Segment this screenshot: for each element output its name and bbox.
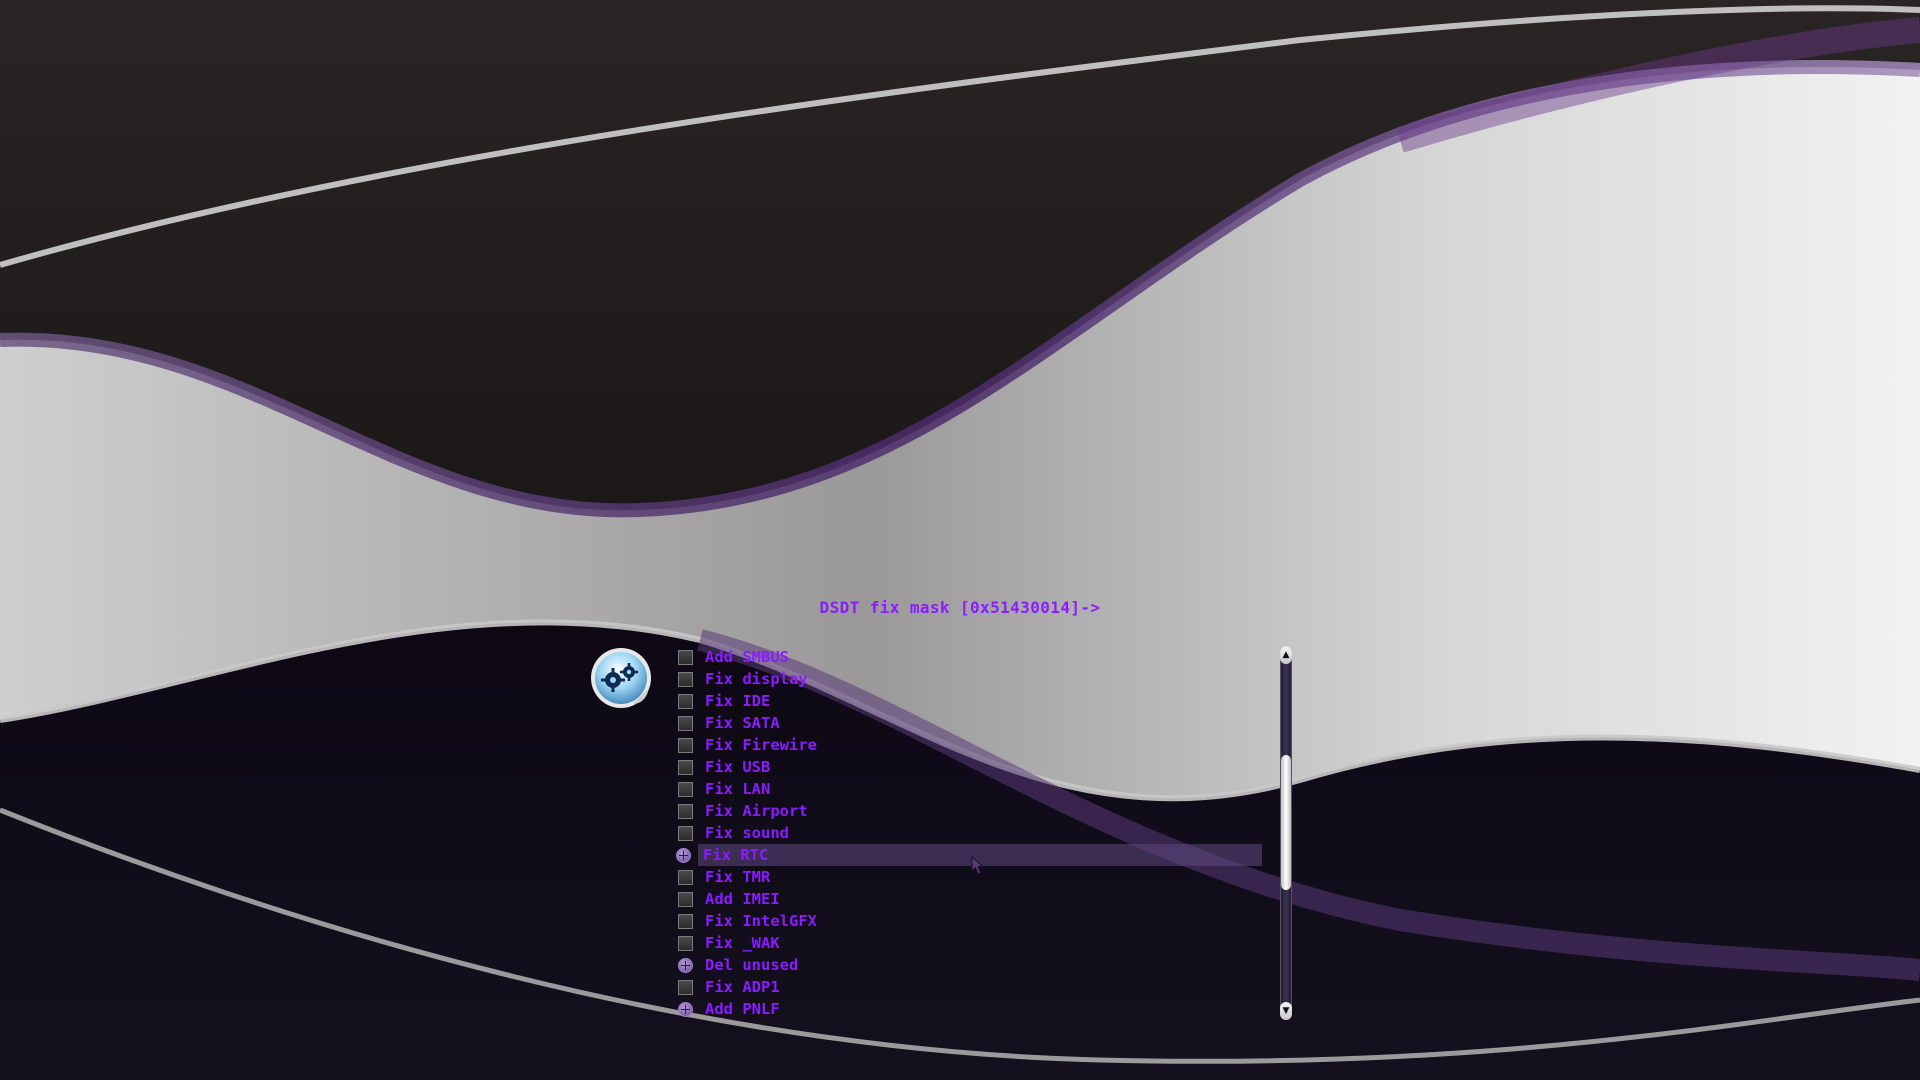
checkbox[interactable] bbox=[678, 759, 693, 775]
checkbox[interactable] bbox=[678, 715, 693, 731]
option-add-pnlf[interactable]: Add PNLF bbox=[676, 998, 1262, 1020]
checkbox[interactable] bbox=[678, 913, 693, 929]
option-fix-usb[interactable]: Fix USB bbox=[676, 756, 1262, 778]
mouse-pointer-icon bbox=[971, 856, 985, 875]
option-label: Fix LAN bbox=[705, 780, 771, 798]
option-fix-intelgfx[interactable]: Fix IntelGFX bbox=[676, 910, 1262, 932]
checkbox-checked[interactable] bbox=[676, 847, 691, 863]
option-label: Del unused bbox=[705, 956, 799, 974]
option-label: Fix USB bbox=[705, 758, 771, 776]
scroll-down-arrow-icon[interactable]: ▼ bbox=[1280, 1002, 1292, 1020]
checkbox[interactable] bbox=[678, 737, 693, 753]
option-label: Fix Airport bbox=[705, 802, 808, 820]
checkbox-checked[interactable] bbox=[678, 1001, 693, 1017]
checkbox[interactable] bbox=[678, 869, 693, 885]
option-fix-ide[interactable]: Fix IDE bbox=[676, 690, 1262, 712]
option-fix-tmr[interactable]: Fix TMR bbox=[676, 866, 1262, 888]
checkbox[interactable] bbox=[678, 781, 693, 797]
option-fix-sound[interactable]: Fix sound bbox=[676, 822, 1262, 844]
option-label: Fix display bbox=[705, 670, 808, 688]
checkbox-checked[interactable] bbox=[678, 957, 693, 973]
option-label: Fix IDE bbox=[705, 692, 771, 710]
checkbox[interactable] bbox=[678, 803, 693, 819]
option-label: Fix TMR bbox=[705, 868, 771, 886]
option-fix-wak[interactable]: Fix _WAK bbox=[676, 932, 1262, 954]
checkbox[interactable] bbox=[678, 979, 693, 995]
option-fix-sata[interactable]: Fix SATA bbox=[676, 712, 1262, 734]
scroll-thumb[interactable] bbox=[1281, 755, 1291, 890]
dsdt-fix-list: Add SMBUS Fix display Fix IDE Fix SATA F… bbox=[676, 646, 1262, 1020]
option-label: Add PNLF bbox=[705, 1000, 780, 1018]
option-label: Fix Firewire bbox=[705, 736, 817, 754]
option-del-unused[interactable]: Del unused bbox=[676, 954, 1262, 976]
option-fix-firewire[interactable]: Fix Firewire bbox=[676, 734, 1262, 756]
option-fix-display[interactable]: Fix display bbox=[676, 668, 1262, 690]
page-title: DSDT fix mask [0x51430014]-> bbox=[819, 598, 1101, 617]
checkbox[interactable] bbox=[678, 693, 693, 709]
option-label: Fix sound bbox=[705, 824, 789, 842]
checkbox[interactable] bbox=[678, 891, 693, 907]
scroll-up-arrow-icon[interactable]: ▲ bbox=[1280, 646, 1292, 664]
option-label: Add IMEI bbox=[705, 890, 780, 908]
option-fix-lan[interactable]: Fix LAN bbox=[676, 778, 1262, 800]
option-fix-adp1[interactable]: Fix ADP1 bbox=[676, 976, 1262, 998]
option-label: Fix IntelGFX bbox=[705, 912, 817, 930]
option-label: Fix SATA bbox=[705, 714, 780, 732]
option-add-imei[interactable]: Add IMEI bbox=[676, 888, 1262, 910]
option-fix-airport[interactable]: Fix Airport bbox=[676, 800, 1262, 822]
checkbox[interactable] bbox=[678, 825, 693, 841]
gears-sticker-icon bbox=[591, 648, 651, 708]
clover-options-screen: DSDT fix mask [0x51430014]-> Add SMBUS F… bbox=[0, 0, 1920, 1080]
option-label: Fix _WAK bbox=[705, 934, 780, 952]
option-label: Fix RTC bbox=[703, 846, 769, 864]
scrollbar[interactable]: ▲ ▼ bbox=[1278, 646, 1294, 1020]
checkbox[interactable] bbox=[678, 935, 693, 951]
checkbox[interactable] bbox=[678, 649, 693, 665]
option-label: Add SMBUS bbox=[705, 648, 789, 666]
option-add-smbus[interactable]: Add SMBUS bbox=[676, 646, 1262, 668]
option-label: Fix ADP1 bbox=[705, 978, 780, 996]
checkbox[interactable] bbox=[678, 671, 693, 687]
